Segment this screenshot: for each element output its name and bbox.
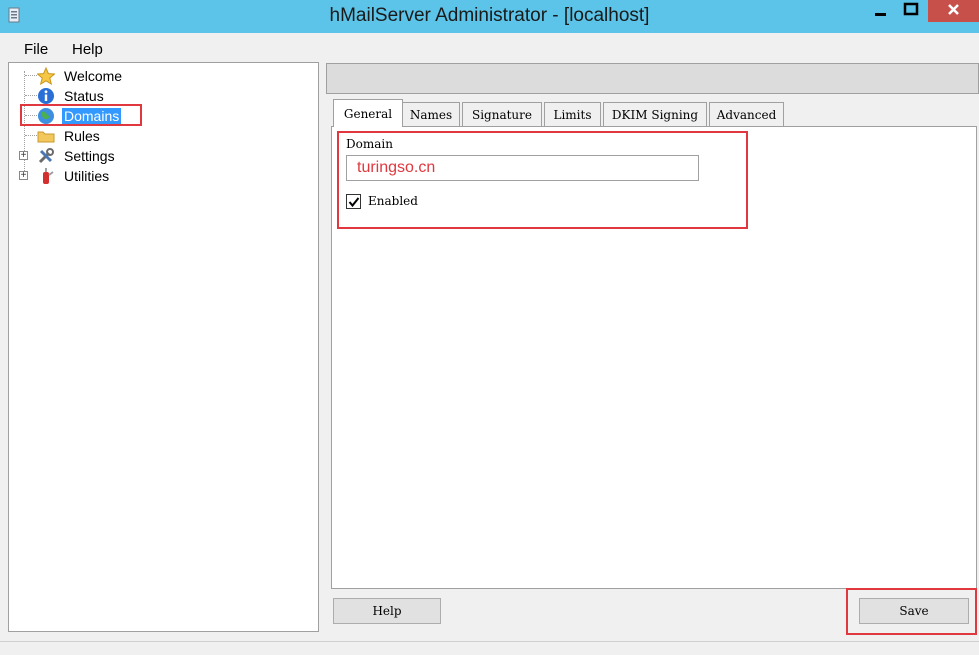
tree-item-label: Rules (64, 128, 100, 144)
minimize-icon (875, 13, 886, 16)
tree-item-settings[interactable]: + Settings (9, 146, 309, 166)
tree-item-utilities[interactable]: + Utilities (9, 166, 309, 186)
annotation-highlight-save (846, 588, 977, 635)
navigation-tree[interactable]: Welcome Status Domains Rules + Settings … (8, 62, 319, 632)
tree-item-label: Utilities (64, 168, 110, 184)
tools-icon (38, 148, 54, 164)
window-title: hMailServer Administrator - [localhost] (329, 5, 650, 26)
menu-bar: File Help (0, 33, 979, 61)
tab-limits[interactable]: Limits (544, 102, 601, 126)
header-band (326, 63, 979, 94)
annotation-highlight-domains (20, 104, 142, 126)
tree-item-status[interactable]: Status (9, 86, 309, 106)
close-icon (948, 4, 959, 15)
expand-icon[interactable]: + (19, 171, 28, 181)
tree-item-rules[interactable]: Rules (9, 126, 309, 146)
tree-item-label: Settings (64, 148, 115, 164)
help-button[interactable]: Help (333, 598, 441, 624)
tab-signature[interactable]: Signature (462, 102, 542, 126)
menu-help[interactable]: Help (72, 41, 103, 58)
swiss-knife-icon (43, 168, 54, 184)
tree-connector (25, 135, 37, 136)
tree-connector (25, 95, 37, 96)
title-bar: hMailServer Administrator - [localhost] (0, 0, 979, 33)
close-button[interactable] (928, 0, 979, 22)
minimize-button[interactable] (862, 0, 900, 22)
folder-icon (37, 131, 55, 143)
maximize-button[interactable] (896, 0, 926, 22)
menu-file[interactable]: File (24, 41, 48, 58)
tab-general[interactable]: General (333, 99, 403, 127)
tree-item-label: Welcome (64, 68, 123, 84)
tree-item-welcome[interactable]: Welcome (9, 66, 309, 86)
tab-advanced[interactable]: Advanced (709, 102, 784, 126)
tab-names[interactable]: Names (402, 102, 460, 126)
tree-item-label: Status (64, 88, 104, 104)
tree-connector (25, 75, 37, 76)
annotation-highlight-domain-settings (337, 131, 748, 229)
expand-icon[interactable]: + (19, 151, 28, 161)
tab-dkim-signing[interactable]: DKIM Signing (603, 102, 707, 126)
star-icon (37, 67, 55, 85)
info-icon (38, 88, 54, 104)
status-strip (0, 641, 979, 655)
maximize-icon (903, 2, 919, 16)
